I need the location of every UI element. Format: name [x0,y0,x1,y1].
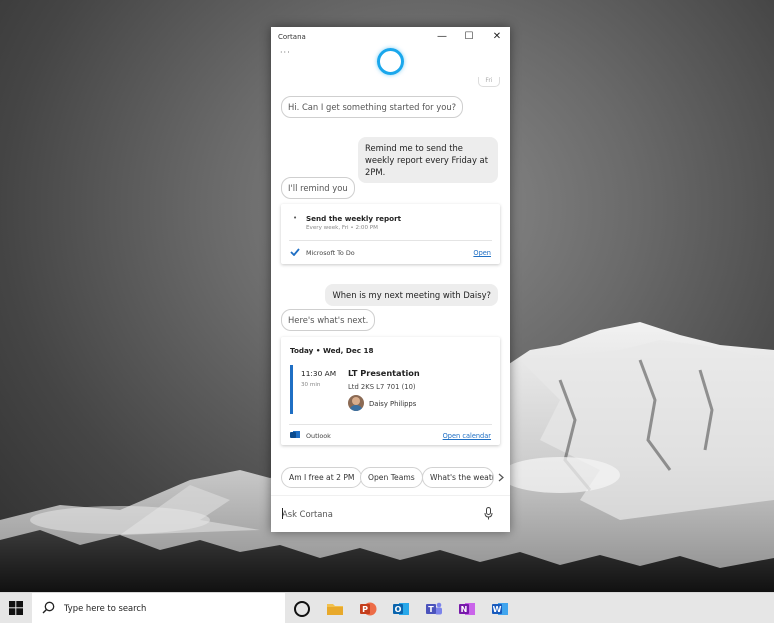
task-title: Send the weekly report [306,214,402,223]
cortana-ring-icon[interactable] [377,48,404,75]
taskbar-file-explorer-button[interactable] [324,598,346,620]
cortana-icon [294,601,310,617]
attendee-avatar [348,395,364,411]
cortana-greeting-bubble: Hi. Can I get something started for you? [281,96,464,118]
outlook-app-icon: O [393,603,409,615]
onenote-icon: N [459,603,475,615]
taskbar-word-button[interactable]: W [489,598,511,620]
taskbar-cortana-button[interactable] [291,598,313,620]
suggestion-chip[interactable]: Am I free at 2 PM [281,467,363,488]
cortana-reply-bubble: I'll remind you [281,177,355,199]
todo-check-icon [290,248,300,256]
close-button[interactable]: ✕ [489,30,505,44]
powerpoint-icon: P [360,602,377,616]
teams-icon: T [426,602,442,615]
taskbar-search-placeholder: Type here to search [64,603,147,613]
taskbar: Type here to search P O T N W [0,592,774,623]
minimize-button[interactable]: — [434,30,450,44]
maximize-button[interactable]: ☐ [461,30,477,44]
taskbar-outlook-button[interactable]: O [390,598,412,620]
more-options-button[interactable]: ··· [280,48,291,57]
ask-bar [271,495,510,532]
svg-text:P: P [362,605,368,614]
partial-message: Fri [478,77,500,87]
calendar-card[interactable]: Today • Wed, Dec 18 11:30 AM 30 min LT P… [281,337,500,445]
chevron-right-icon[interactable] [498,473,505,482]
ask-cortana-input[interactable] [282,506,472,522]
microphone-icon[interactable] [484,507,493,520]
cortana-reply-bubble: Here's what's next. [281,309,376,331]
svg-text:O: O [395,605,402,614]
svg-text:W: W [493,605,502,614]
svg-text:T: T [428,605,434,614]
outlook-app-name: Outlook [306,432,331,440]
todo-app-name: Microsoft To Do [306,249,355,257]
start-button[interactable] [0,593,32,623]
open-calendar-link[interactable]: Open calendar [443,432,491,440]
word-icon: W [492,603,508,615]
open-todo-link[interactable]: Open [473,249,491,257]
window-title: Cortana [278,33,306,41]
windows-logo-icon [9,601,23,615]
card-divider [289,424,492,425]
suggestion-chip[interactable]: What's the weath [422,467,494,488]
event-duration: 30 min [301,382,321,388]
task-schedule: Every week, Fri • 2:00 PM [306,225,378,231]
outlook-icon [290,431,300,438]
title-bar[interactable]: Cortana — ☐ ✕ [271,27,510,49]
user-message-bubble: Remind me to send the weekly report ever… [358,137,498,183]
event-title[interactable]: LT Presentation [348,368,420,378]
event-time: 11:30 AM [301,369,337,378]
folder-icon [327,604,343,615]
cortana-window: Cortana — ☐ ✕ ··· Fri Hi. Can I get some… [271,27,510,532]
user-message-bubble: When is my next meeting with Daisy? [325,284,498,306]
date-header: Today • Wed, Dec 18 [290,346,374,355]
taskbar-teams-button[interactable]: T [423,598,445,620]
attendee-name: Daisy Philipps [369,400,417,408]
bullet-icon: • [293,214,298,222]
event-location: Ltd 2KS L7 701 (10) [348,383,416,391]
reminder-card[interactable]: • Send the weekly report Every week, Fri… [281,204,500,264]
card-divider [289,240,492,241]
text-caret [282,508,283,519]
suggestion-chip[interactable]: Open Teams [360,467,423,488]
search-icon [42,601,55,614]
taskbar-powerpoint-button[interactable]: P [357,598,379,620]
taskbar-search-box[interactable]: Type here to search [32,593,285,623]
event-color-bar [290,365,293,414]
taskbar-onenote-button[interactable]: N [456,598,478,620]
svg-text:N: N [461,605,468,614]
